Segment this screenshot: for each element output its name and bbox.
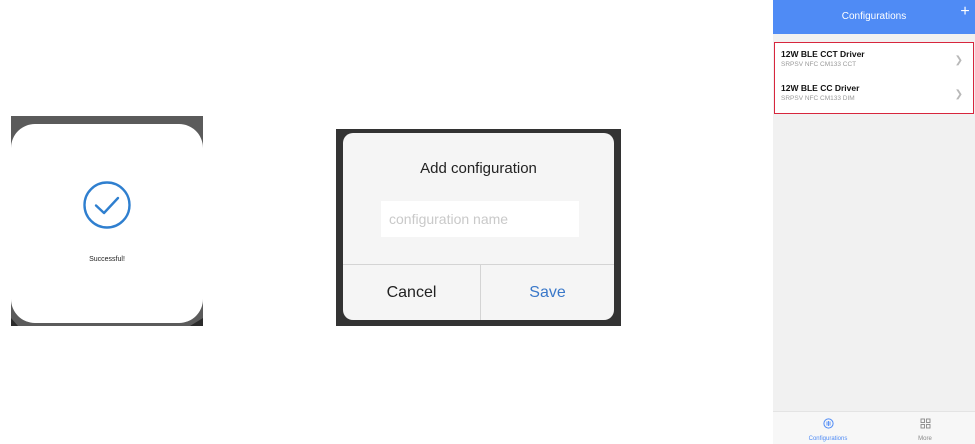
success-message: Successful!: [89, 256, 125, 263]
configuration-list: 12W BLE CCT Driver SRPSV NFC CM133 CCT ❯…: [774, 42, 974, 114]
list-item[interactable]: 12W BLE CC Driver SRPSV NFC CM133 DIM ❯: [775, 79, 972, 113]
chevron-right-icon: ❯: [954, 55, 963, 66]
chevron-right-icon: ❯: [954, 89, 963, 100]
success-dialog: Successful!: [11, 124, 203, 323]
list-item[interactable]: 12W BLE CCT Driver SRPSV NFC CM133 CCT ❯: [775, 45, 972, 79]
item-name: 12W BLE CC Driver: [781, 83, 860, 93]
configuration-name-input[interactable]: [381, 201, 579, 237]
tab-label: More: [918, 436, 932, 442]
corner-decoration: [190, 318, 203, 326]
check-circle-icon: [83, 181, 131, 229]
cancel-button[interactable]: Cancel: [343, 265, 480, 320]
page-title: Configurations: [841, 11, 907, 22]
plus-icon[interactable]: +: [958, 4, 972, 20]
add-configuration-panel: Add configuration Cancel Save: [336, 129, 621, 326]
dialog-title: Add configuration: [420, 160, 537, 177]
tab-configurations[interactable]: Configurations: [793, 416, 863, 442]
item-name: 12W BLE CCT Driver: [781, 49, 865, 59]
tab-more[interactable]: More: [890, 416, 960, 442]
navigation-bar: Configurations +: [773, 0, 975, 34]
add-configuration-dialog: Add configuration Cancel Save: [343, 133, 614, 320]
tab-bar: Configurations More: [773, 411, 975, 444]
configurations-screen: Configurations + 12W BLE CCT Driver SRPS…: [773, 0, 975, 444]
success-dialog-panel: Successful!: [11, 116, 203, 326]
corner-decoration: [11, 318, 18, 326]
item-subtitle: SRPSV NFC CM133 DIM: [781, 95, 855, 102]
save-button[interactable]: Save: [481, 265, 614, 320]
tab-label: Configurations: [808, 436, 848, 442]
configurations-icon: [822, 418, 834, 429]
grid-icon: [920, 418, 930, 429]
item-subtitle: SRPSV NFC CM133 CCT: [781, 61, 857, 68]
